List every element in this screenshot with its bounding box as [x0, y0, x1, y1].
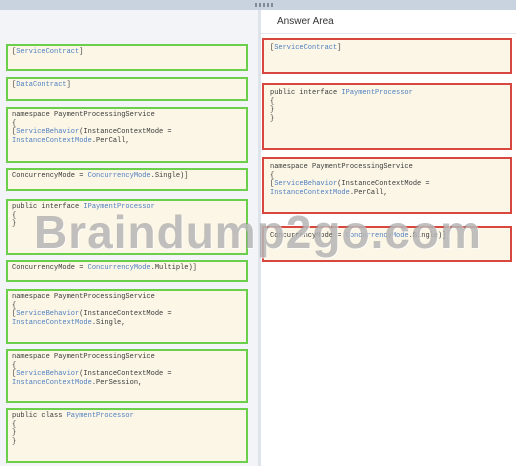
- splitter-grip-icon[interactable]: [255, 3, 273, 7]
- code-line: InstanceContextMode.PerSession,: [12, 378, 143, 387]
- code-line: }: [12, 220, 17, 228]
- top-bar: [0, 0, 516, 10]
- code-line: {: [12, 361, 17, 370]
- code-line: {: [12, 420, 17, 429]
- source-item-service-contract[interactable]: [ServiceContract]: [6, 44, 248, 71]
- source-item-public-interface[interactable]: public interface IPaymentProcessor { }: [6, 199, 248, 255]
- code-line: }: [270, 106, 275, 114]
- code-line: InstanceContextMode.PerCall,: [270, 188, 388, 197]
- code-line: public class PaymentProcessor: [12, 412, 134, 420]
- code-line: [ServiceBehavior(InstanceContextMode =: [12, 370, 172, 378]
- code-line: }: [12, 437, 17, 446]
- code-line: [ServiceContract]: [270, 44, 342, 52]
- answer-area-title: Answer Area: [277, 16, 334, 27]
- code-line: [ServiceBehavior(InstanceContextMode =: [270, 180, 430, 188]
- code-line: [DataContract]: [12, 81, 71, 89]
- source-item-concurrency-single[interactable]: ConcurrencyMode = ConcurrencyMode.Single…: [6, 168, 248, 191]
- code-line: }: [270, 114, 275, 123]
- answer-slot-4[interactable]: ConcurrencyMode = ConcurrencyMode.Single…: [262, 226, 512, 262]
- code-line: }: [12, 429, 17, 437]
- code-line: ConcurrencyMode = ConcurrencyMode.Multip…: [12, 264, 197, 272]
- code-line: {: [270, 97, 275, 106]
- source-item-concurrency-multiple[interactable]: ConcurrencyMode = ConcurrencyMode.Multip…: [6, 260, 248, 282]
- code-line: ConcurrencyMode = ConcurrencyMode.Single…: [270, 232, 447, 240]
- source-item-data-contract[interactable]: [DataContract]: [6, 77, 248, 101]
- code-line: public interface IPaymentProcessor: [12, 203, 155, 211]
- code-line: {: [12, 119, 17, 128]
- code-line: {: [12, 301, 17, 310]
- code-line: InstanceContextMode.PerCall,: [12, 136, 130, 145]
- answer-slot-3[interactable]: namespace PaymentProcessingService { [Se…: [262, 157, 512, 214]
- code-line: namespace PaymentProcessingService: [12, 111, 155, 119]
- answer-slot-1[interactable]: [ServiceContract]: [262, 38, 512, 74]
- code-line: namespace PaymentProcessingService: [12, 353, 155, 361]
- code-line: [ServiceBehavior(InstanceContextMode =: [12, 128, 172, 136]
- code-line: public interface IPaymentProcessor: [270, 89, 413, 97]
- code-line: InstanceContextMode.Single,: [12, 318, 126, 327]
- source-item-namespace-single[interactable]: namespace PaymentProcessingService { [Se…: [6, 289, 248, 344]
- code-line: {: [270, 171, 275, 180]
- code-line: [ServiceContract]: [12, 48, 84, 56]
- source-item-namespace-persession[interactable]: namespace PaymentProcessingService { [Se…: [6, 349, 248, 403]
- answer-header-divider: [261, 33, 516, 34]
- source-item-public-class[interactable]: public class PaymentProcessor { } }: [6, 408, 248, 463]
- code-line: [ServiceBehavior(InstanceContextMode =: [12, 310, 172, 318]
- code-line: ConcurrencyMode = ConcurrencyMode.Single…: [12, 172, 189, 180]
- code-line: {: [12, 211, 17, 220]
- code-line: namespace PaymentProcessingService: [12, 293, 155, 301]
- code-line: namespace PaymentProcessingService: [270, 163, 413, 171]
- source-item-namespace-percall[interactable]: namespace PaymentProcessingService { [Se…: [6, 107, 248, 163]
- answer-slot-2[interactable]: public interface IPaymentProcessor { } }: [262, 83, 512, 150]
